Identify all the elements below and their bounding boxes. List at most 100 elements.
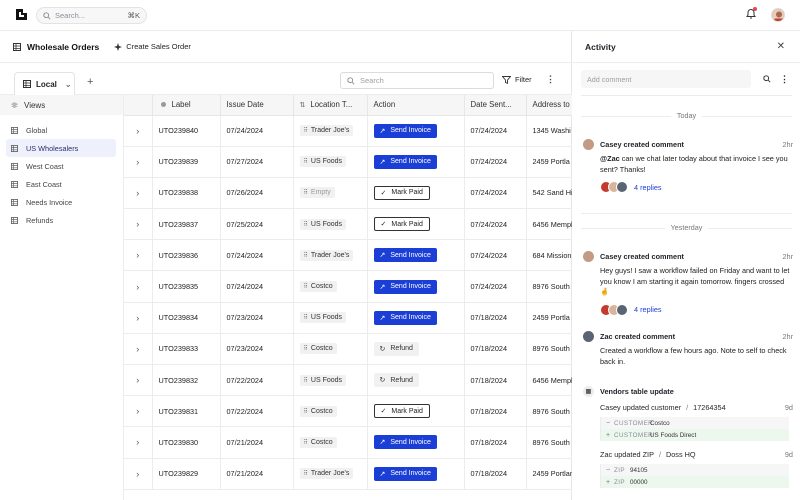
more-options-icon[interactable]: ⋮ xyxy=(780,74,789,85)
app-logo-icon[interactable] xyxy=(16,9,27,20)
expand-cell[interactable]: › xyxy=(124,302,153,334)
expand-cell[interactable]: › xyxy=(124,115,153,147)
location-tag[interactable]: ⠿ Empty xyxy=(299,187,335,199)
column-header-label[interactable]: Label xyxy=(152,95,221,116)
chevron-right-icon[interactable]: › xyxy=(136,375,139,385)
invoice-action-button[interactable]: ↗ Send Invoice xyxy=(373,248,437,263)
invoice-action-button[interactable]: ↗ Send Invoice xyxy=(373,435,437,450)
location-cell[interactable]: ⠿ Costco xyxy=(293,333,368,366)
label-cell[interactable]: UTO239838 xyxy=(152,177,221,210)
table-row[interactable]: › UTO239836 07/24/2024 ⠿ Trader Joe's ↗ Send I… xyxy=(124,239,572,272)
date-sent-cell[interactable]: 07/24/2024 xyxy=(464,115,527,147)
location-cell[interactable]: ⠿ US Foods xyxy=(293,146,368,178)
create-sales-order-button[interactable]: Create Sales Order xyxy=(114,42,191,51)
location-tag[interactable]: ⠿ US Foods xyxy=(299,156,347,168)
user-avatar[interactable] xyxy=(771,8,785,22)
issue-date-cell[interactable]: 07/22/2024 xyxy=(220,364,294,397)
table-row[interactable]: › UTO239834 07/23/2024 ⠿ US Foods ↗ Send Invoi… xyxy=(124,302,572,334)
address-cell[interactable]: 6456 Mempl xyxy=(526,364,572,397)
column-header-address[interactable]: Address to xyxy=(526,95,572,116)
date-sent-cell[interactable]: 07/24/2024 xyxy=(464,239,527,272)
date-sent-cell[interactable]: 07/24/2024 xyxy=(464,208,527,241)
address-cell[interactable]: 2459 Portla xyxy=(526,146,572,178)
chevron-right-icon[interactable]: › xyxy=(136,157,139,167)
column-header-location-type[interactable]: ⇅ Location T... xyxy=(293,95,368,116)
table-row[interactable]: › UTO239837 07/25/2024 ⠿ US Foods ✓ Mark Paid 0… xyxy=(124,208,572,241)
location-tag[interactable]: ⠿ US Foods xyxy=(299,374,347,386)
label-cell[interactable]: UTO239831 xyxy=(152,395,221,428)
table-row[interactable]: › UTO239833 07/23/2024 ⠿ Costco ↻ Refund 07/18/… xyxy=(124,333,572,366)
date-sent-cell[interactable]: 07/18/2024 xyxy=(464,364,527,397)
paid-action-button[interactable]: ✓ Mark Paid xyxy=(373,185,430,200)
label-cell[interactable]: UTO239829 xyxy=(152,458,221,490)
more-options-icon[interactable]: ⋮ xyxy=(546,74,555,85)
location-cell[interactable]: ⠿ Empty xyxy=(293,177,368,210)
table-row[interactable]: › UTO239840 07/24/2024 ⠿ Trader Joe's ↗ Send I… xyxy=(124,115,572,147)
search-icon[interactable] xyxy=(763,75,771,83)
address-cell[interactable]: 8976 South xyxy=(526,395,572,428)
chevron-right-icon[interactable]: › xyxy=(136,219,139,229)
chevron-right-icon[interactable]: › xyxy=(136,469,139,479)
address-cell[interactable]: 2459 Portland xyxy=(526,458,572,490)
view-item-west-coast[interactable]: West Coast xyxy=(6,157,116,175)
view-item-needs-invoice[interactable]: Needs Invoice xyxy=(6,193,116,211)
add-comment-input[interactable]: Add comment xyxy=(581,70,751,88)
column-header-date-sent[interactable]: Date Sent... xyxy=(464,95,527,116)
paid-action-button[interactable]: ✓ Mark Paid xyxy=(373,404,430,419)
filter-button[interactable]: Filter xyxy=(502,75,532,84)
issue-date-cell[interactable]: 07/24/2024 xyxy=(220,115,294,147)
address-cell[interactable]: 8976 South xyxy=(526,333,572,366)
label-cell[interactable]: UTO239834 xyxy=(152,302,221,334)
table-row[interactable]: › UTO239838 07/26/2024 ⠿ Empty ✓ Mark Paid 07/2… xyxy=(124,177,572,210)
date-sent-cell[interactable]: 07/24/2024 xyxy=(464,177,527,210)
label-cell[interactable]: UTO239833 xyxy=(152,333,221,366)
chevron-right-icon[interactable]: › xyxy=(136,250,139,260)
location-tag[interactable]: ⠿ Trader Joe's xyxy=(299,125,354,137)
location-cell[interactable]: ⠿ Trader Joe's xyxy=(293,115,368,147)
column-header-issue-date[interactable]: Issue Date xyxy=(220,95,294,116)
expand-cell[interactable]: › xyxy=(124,458,153,490)
address-cell[interactable]: 8976 South xyxy=(526,270,572,303)
record-place[interactable]: Doss HQ xyxy=(666,450,696,459)
date-sent-cell[interactable]: 07/18/2024 xyxy=(464,426,527,459)
address-cell[interactable]: 542 Sand Hi xyxy=(526,177,572,210)
paid-action-button[interactable]: ✓ Mark Paid xyxy=(373,217,430,232)
view-item-east-coast[interactable]: East Coast xyxy=(6,175,116,193)
label-cell[interactable]: UTO239839 xyxy=(152,146,221,178)
view-item-refunds[interactable]: Refunds xyxy=(6,211,116,229)
location-cell[interactable]: ⠿ Costco xyxy=(293,270,368,303)
location-tag[interactable]: ⠿ Costco xyxy=(299,343,337,355)
table-row[interactable]: › UTO239829 07/21/2024 ⠿ Trader Joe's ↗ Send I… xyxy=(124,458,572,490)
location-tag[interactable]: ⠿ US Foods xyxy=(299,218,347,230)
table-row[interactable]: › UTO239832 07/22/2024 ⠿ US Foods ↻ Refund 07/1… xyxy=(124,364,572,397)
issue-date-cell[interactable]: 07/23/2024 xyxy=(220,333,294,366)
issue-date-cell[interactable]: 07/21/2024 xyxy=(220,458,294,490)
chevron-right-icon[interactable]: › xyxy=(136,313,139,323)
address-cell[interactable]: 8976 South xyxy=(526,426,572,459)
tab-local[interactable]: Local ⌄ xyxy=(14,72,75,96)
location-cell[interactable]: ⠿ Costco xyxy=(293,426,368,459)
chevron-right-icon[interactable]: › xyxy=(136,282,139,292)
label-cell[interactable]: UTO239836 xyxy=(152,239,221,272)
column-header-action[interactable]: Action xyxy=(367,95,465,116)
add-tab-button[interactable]: + xyxy=(87,76,93,88)
date-sent-cell[interactable]: 07/24/2024 xyxy=(464,146,527,178)
label-cell[interactable]: UTO239840 xyxy=(152,115,221,147)
table-row[interactable]: › UTO239835 07/24/2024 ⠿ Costco ↗ Send Invoice… xyxy=(124,270,572,303)
expand-cell[interactable]: › xyxy=(124,239,153,272)
refund-action-button[interactable]: ↻ Refund xyxy=(373,341,419,356)
date-sent-cell[interactable]: 07/18/2024 xyxy=(464,302,527,334)
location-tag[interactable]: ⠿ Costco xyxy=(299,436,337,448)
expand-cell[interactable]: › xyxy=(124,364,153,397)
table-row[interactable]: › UTO239831 07/22/2024 ⠿ Costco ✓ Mark Paid 07/… xyxy=(124,395,572,428)
location-cell[interactable]: ⠿ Costco xyxy=(293,395,368,428)
replies-link[interactable]: 4 replies xyxy=(600,181,793,193)
view-item-global[interactable]: Global xyxy=(6,121,116,139)
table-row[interactable]: › UTO239830 07/21/2024 ⠿ Costco ↗ Send Invoice… xyxy=(124,426,572,459)
invoice-action-button[interactable]: ↗ Send Invoice xyxy=(373,466,437,481)
issue-date-cell[interactable]: 07/22/2024 xyxy=(220,395,294,428)
invoice-action-button[interactable]: ↗ Send Invoice xyxy=(373,310,437,325)
location-tag[interactable]: ⠿ Trader Joe's xyxy=(299,468,354,480)
location-cell[interactable]: ⠿ Trader Joe's xyxy=(293,239,368,272)
mention[interactable]: @Zac xyxy=(600,154,620,163)
